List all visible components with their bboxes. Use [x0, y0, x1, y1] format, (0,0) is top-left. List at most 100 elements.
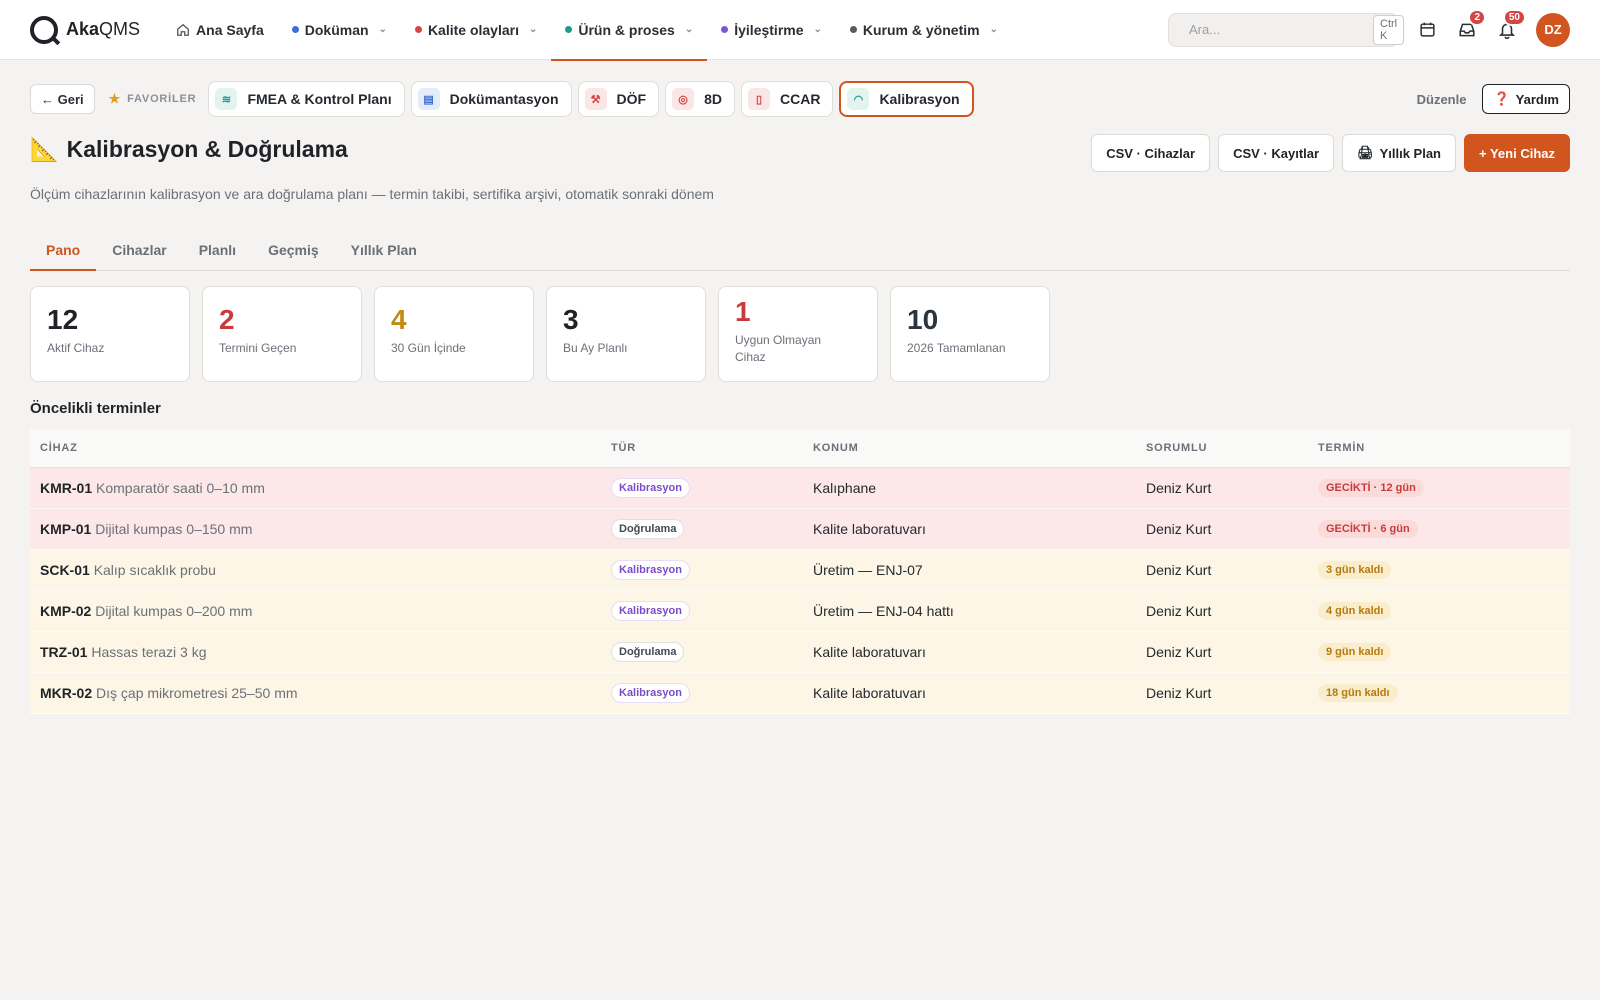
app-logo[interactable]: AkaQMS	[30, 15, 141, 44]
column-header[interactable]: KONUM	[803, 429, 1136, 468]
location-cell: Kalite laboratuvarı	[803, 508, 1136, 550]
nav-dot-icon	[291, 26, 299, 33]
nav-home-label: Ana Sayfa	[196, 21, 264, 38]
due-cell: 18 gün kaldı	[1308, 672, 1570, 714]
location-cell: Kalite laboratuvarı	[803, 631, 1136, 673]
due-cell: GECİKTİ · 6 gün	[1308, 508, 1570, 550]
type-badge: Kalibrasyon	[611, 682, 690, 703]
stat-card[interactable]: 1 Uygun Olmayan Cihaz	[718, 286, 878, 382]
nav-label: Ürün & proses	[578, 21, 675, 38]
column-header[interactable]: TÜR	[601, 429, 803, 468]
tab-planned[interactable]: Planlı	[183, 242, 252, 270]
device-name: Dış çap mikrometresi 25–50 mm	[96, 684, 298, 701]
stat-card[interactable]: 10 2026 Tamamlanan	[890, 286, 1050, 382]
location-cell: Üretim — ENJ-04 hattı	[803, 590, 1136, 632]
device-code: TRZ-01	[40, 643, 88, 660]
question-icon: ❓	[1493, 91, 1510, 106]
due-badge: 4 gün kaldı	[1318, 602, 1392, 620]
nav-dot-icon	[721, 26, 729, 33]
csv-records-button[interactable]: CSV · Kayıtlar	[1218, 134, 1335, 172]
table-row[interactable]: MKR-02 Dış çap mikrometresi 25–50 mm Kal…	[30, 672, 1570, 714]
inbox-badge: 2	[1468, 8, 1486, 26]
nav-quality-events[interactable]: Kalite olayları ⌄	[401, 0, 551, 60]
nav-label: Kalite olayları	[427, 21, 519, 38]
calendar-button[interactable]	[1416, 19, 1438, 41]
table-row[interactable]: TRZ-01 Hassas terazi 3 kg Doğrulama Kali…	[30, 631, 1570, 673]
inbox-button[interactable]: 2	[1456, 8, 1486, 41]
fav-chip-fmea[interactable]: ≋ FMEA & Kontrol Planı	[208, 81, 405, 117]
top-navigation: AkaQMS Ana Sayfa Doküman ⌄ Kalite olayla…	[0, 0, 1600, 61]
edit-favorites-link[interactable]: Düzenle	[1417, 92, 1467, 107]
stat-card[interactable]: 12 Aktif Cihaz	[30, 286, 190, 382]
table-row[interactable]: SCK-01 Kalıp sıcaklık probu Kalibrasyon …	[30, 549, 1570, 591]
table-row[interactable]: KMP-01 Dijital kumpas 0–150 mm Doğrulama…	[30, 508, 1570, 550]
due-cell: 9 gün kaldı	[1308, 631, 1570, 673]
notifications-button[interactable]: 50	[1496, 8, 1526, 41]
printer-icon: 🖨	[1357, 145, 1374, 160]
tab-history[interactable]: Geçmiş	[252, 242, 335, 270]
owner-cell: Deniz Kurt	[1136, 672, 1308, 714]
yearly-plan-button[interactable]: 🖨 Yıllık Plan	[1342, 134, 1456, 172]
nav-product-process[interactable]: Ürün & proses ⌄	[551, 0, 708, 61]
nav-organization[interactable]: Kurum & yönetim ⌄	[836, 0, 1012, 60]
nav-home[interactable]: Ana Sayfa	[162, 0, 278, 60]
user-avatar[interactable]: DZ	[1536, 12, 1570, 47]
fav-chip-8d[interactable]: ◎ 8D	[665, 81, 735, 117]
help-label: Yardım	[1515, 91, 1559, 107]
logo-text-rest: QMS	[99, 19, 141, 39]
location-cell: Üretim — ENJ-07	[803, 549, 1136, 591]
chevron-down-icon: ⌄	[378, 24, 387, 35]
column-header[interactable]: SORUMLU	[1136, 429, 1308, 468]
back-button[interactable]: ← Geri	[30, 84, 95, 114]
stat-value: 2	[219, 304, 235, 335]
csv-devices-button[interactable]: CSV · Cihazlar	[1091, 134, 1211, 172]
table-row[interactable]: KMP-02 Dijital kumpas 0–200 mm Kalibrasy…	[30, 590, 1570, 632]
type-cell: Kalibrasyon	[601, 549, 803, 591]
fav-chip-ccar[interactable]: ▯ CCAR	[740, 81, 834, 117]
priority-table: CİHAZ TÜR KONUM SORUMLU TERMİN KMR-01 Ko…	[30, 429, 1570, 714]
tab-dashboard[interactable]: Pano	[30, 242, 97, 271]
type-cell: Doğrulama	[601, 508, 803, 550]
favorites-label-text: FAVORİLER	[127, 93, 197, 105]
new-device-button[interactable]: + Yeni Cihaz	[1464, 134, 1570, 172]
help-button[interactable]: ❓ Yardım	[1482, 84, 1570, 114]
tab-bar: Pano Cihazlar Planlı Geçmiş Yıllık Plan	[30, 242, 1570, 271]
table-row[interactable]: KMR-01 Komparatör saati 0–10 mm Kalibras…	[30, 467, 1570, 509]
page-subtitle: Ölçüm cihazlarının kalibrasyon ve ara do…	[30, 186, 714, 202]
device-code: KMP-01	[40, 520, 92, 537]
chip-label: CCAR	[779, 91, 821, 107]
device-name: Hassas terazi 3 kg	[91, 643, 207, 660]
stat-card[interactable]: 4 30 Gün İçinde	[374, 286, 534, 382]
nav-improvement[interactable]: İyileştirme ⌄	[707, 0, 836, 60]
section-title: Öncelikli terminler	[30, 400, 161, 417]
fav-chip-calibration[interactable]: ◠ Kalibrasyon	[839, 81, 974, 117]
search-input[interactable]	[1189, 22, 1365, 37]
column-header[interactable]: CİHAZ	[30, 429, 601, 468]
notifications-badge: 50	[1502, 8, 1526, 26]
fav-chip-dof[interactable]: ⚒ DÖF	[577, 81, 660, 117]
nav-document[interactable]: Doküman ⌄	[278, 0, 401, 60]
due-badge: 18 gün kaldı	[1318, 684, 1398, 702]
due-badge: 3 gün kaldı	[1318, 561, 1392, 579]
tab-yearly-plan[interactable]: Yıllık Plan	[335, 242, 433, 270]
column-header[interactable]: TERMİN	[1308, 429, 1570, 468]
device-name: Dijital kumpas 0–200 mm	[95, 602, 253, 619]
device-name: Komparatör saati 0–10 mm	[96, 479, 265, 496]
chevron-down-icon: ⌄	[813, 24, 822, 35]
device-cell: KMP-02 Dijital kumpas 0–200 mm	[30, 590, 601, 632]
device-cell: TRZ-01 Hassas terazi 3 kg	[30, 631, 601, 673]
favorites-label: ★ FAVORİLER	[109, 91, 197, 107]
nav-label: İyileştirme	[734, 21, 804, 38]
stat-label: Aktif Cihaz	[47, 340, 105, 355]
device-code: KMP-02	[40, 602, 92, 619]
nav-label: Kurum & yönetim	[862, 21, 980, 38]
stat-card[interactable]: 3 Bu Ay Planlı	[546, 286, 706, 382]
device-cell: KMR-01 Komparatör saati 0–10 mm	[30, 467, 601, 509]
stat-card[interactable]: 2 Termini Geçen	[202, 286, 362, 382]
fav-chip-documentation[interactable]: ▤ Dokümantasyon	[410, 81, 572, 117]
chip-label: 8D	[704, 91, 722, 107]
due-badge: GECİKTİ · 12 gün	[1318, 479, 1424, 497]
type-badge: Kalibrasyon	[611, 559, 690, 580]
chip-label: FMEA & Kontrol Planı	[247, 91, 392, 107]
tab-devices[interactable]: Cihazlar	[96, 242, 182, 270]
